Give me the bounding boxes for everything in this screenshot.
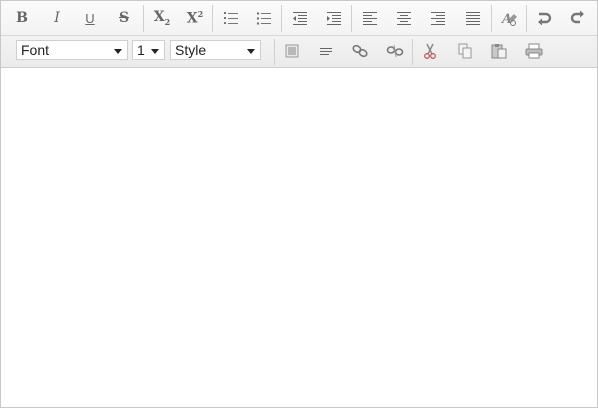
underline-button[interactable]: U xyxy=(78,7,102,29)
redo-icon xyxy=(570,11,584,24)
rich-text-editor: B I U S X2 X2 A Font 1 Style xyxy=(0,0,598,408)
align-left-button[interactable] xyxy=(358,7,382,29)
undo-button[interactable] xyxy=(532,7,556,29)
ordered-list-icon xyxy=(224,12,238,24)
align-right-button[interactable] xyxy=(426,7,450,29)
remove-format-icon: A xyxy=(500,12,517,27)
style-select[interactable]: Style xyxy=(170,40,261,60)
undo-icon xyxy=(538,12,552,25)
toolbar-row-formatting: B I U S X2 X2 A xyxy=(1,1,597,36)
indent-button[interactable] xyxy=(322,7,346,29)
paste-icon xyxy=(491,44,507,59)
editor-toolbar: B I U S X2 X2 A Font 1 Style xyxy=(1,1,597,68)
bold-icon: B xyxy=(16,10,28,26)
scissors-icon xyxy=(424,43,436,59)
printer-icon xyxy=(525,43,543,59)
align-right-icon xyxy=(431,12,445,25)
italic-icon: I xyxy=(54,10,60,26)
cut-button[interactable] xyxy=(418,40,442,62)
remove-format-button[interactable]: A xyxy=(497,7,521,29)
subscript-button[interactable]: X2 xyxy=(150,7,174,29)
chevron-down-icon xyxy=(247,49,255,54)
align-center-icon xyxy=(397,12,411,25)
unordered-list-icon xyxy=(256,12,271,25)
toolbar-divider xyxy=(281,5,282,32)
font-select[interactable]: Font xyxy=(16,40,128,60)
superscript-icon: X2 xyxy=(186,9,204,27)
toolbar-divider xyxy=(412,39,413,65)
horizontal-rule-icon xyxy=(320,48,332,55)
paste-button[interactable] xyxy=(487,40,511,62)
image-icon xyxy=(285,44,299,58)
font-size-select-value: 1 xyxy=(137,42,145,58)
indent-icon xyxy=(327,12,341,25)
unordered-list-button[interactable] xyxy=(252,7,276,29)
toolbar-divider xyxy=(351,5,352,32)
style-select-value: Style xyxy=(175,42,207,58)
toolbar-divider xyxy=(143,5,144,32)
chevron-down-icon xyxy=(114,49,122,54)
toolbar-divider xyxy=(274,39,275,65)
justify-button[interactable] xyxy=(461,7,485,29)
chevron-down-icon xyxy=(151,49,159,54)
ordered-list-button[interactable] xyxy=(219,7,243,29)
superscript-button[interactable]: X2 xyxy=(183,7,207,29)
toolbar-divider xyxy=(526,5,527,32)
unlink-icon xyxy=(386,44,404,58)
outdent-button[interactable] xyxy=(288,7,312,29)
insert-image-button[interactable] xyxy=(280,40,304,62)
redo-button[interactable] xyxy=(566,7,590,29)
align-center-button[interactable] xyxy=(392,7,416,29)
underline-icon: U xyxy=(85,10,95,26)
editor-content-area[interactable] xyxy=(1,69,597,407)
horizontal-rule-button[interactable] xyxy=(314,40,338,62)
insert-link-button[interactable] xyxy=(348,40,372,62)
font-select-value: Font xyxy=(21,42,50,58)
align-left-icon xyxy=(363,12,377,25)
justify-icon xyxy=(466,12,480,25)
italic-button[interactable]: I xyxy=(45,7,69,29)
strikethrough-button[interactable]: S xyxy=(112,7,136,29)
copy-icon xyxy=(458,43,472,59)
subscript-icon: X2 xyxy=(153,9,171,27)
toolbar-row-insert: Font 1 Style xyxy=(1,36,597,67)
bold-button[interactable]: B xyxy=(10,7,34,29)
font-size-select[interactable]: 1 xyxy=(132,40,165,60)
print-button[interactable] xyxy=(522,40,546,62)
outdent-icon xyxy=(293,12,307,25)
remove-link-button[interactable] xyxy=(383,40,407,62)
toolbar-divider xyxy=(212,5,213,32)
toolbar-divider xyxy=(491,5,492,32)
link-icon xyxy=(352,44,368,58)
copy-button[interactable] xyxy=(453,40,477,62)
strikethrough-icon: S xyxy=(118,10,130,26)
